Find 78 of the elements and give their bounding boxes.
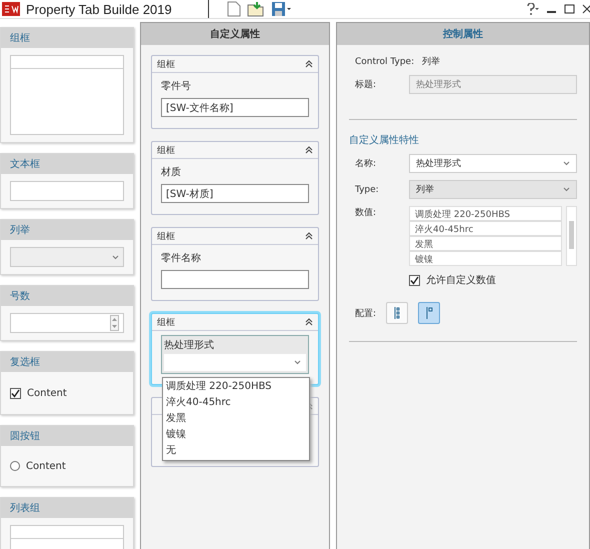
group-title: 组框 (157, 230, 175, 242)
save-icon[interactable] (270, 1, 291, 17)
layout-label: 配置: (355, 308, 376, 320)
palette-card-title: 文本框 (1, 154, 133, 174)
spinner-icon (110, 315, 119, 331)
text-field[interactable]: [SW-材质] (161, 184, 309, 203)
caret-icon (112, 254, 119, 260)
value-item[interactable]: 镀镍 (409, 251, 562, 266)
caption-field[interactable]: 热处理形式 (409, 75, 577, 94)
checkbox[interactable] (409, 274, 420, 286)
text-field[interactable]: [SW-文件名称] (161, 98, 309, 117)
value-item[interactable]: 淬火40-45hrc (409, 221, 562, 236)
radio-label: Content (26, 460, 66, 472)
layout-button[interactable] (418, 302, 440, 324)
caret-icon (563, 187, 570, 192)
text-field[interactable] (161, 270, 309, 289)
field-label: 零件名称 (161, 252, 202, 265)
group-box[interactable]: 组框 零件号 [SW-文件名称] (151, 55, 319, 129)
value-item[interactable]: 调质处理 220-250HBS (409, 206, 562, 221)
palette-card-title: 列表组 (1, 498, 133, 518)
caption-label: 标题: (355, 78, 378, 91)
close-icon[interactable] (582, 3, 590, 15)
palette-card-title: 组框 (1, 28, 133, 48)
control-type-value: 列举 (422, 56, 440, 68)
checkbox-label: Content (27, 388, 67, 398)
collapse-icon[interactable] (305, 232, 313, 240)
field-label: 材质 (161, 166, 182, 179)
combo-box[interactable]: 热处理形式 (161, 335, 309, 374)
values-label: 数值: (355, 206, 378, 219)
group-box[interactable]: 组框 材质 [SW-材质] (151, 141, 319, 215)
name-label: 名称: (355, 158, 378, 170)
stacked-layout-icon (394, 306, 400, 320)
group-title: 组框 (157, 58, 175, 70)
section-title: 自定义属性特性 (349, 134, 420, 147)
caret-icon (294, 360, 301, 365)
panel-title: 控制属性 (337, 23, 589, 45)
field-label: 零件号 (161, 80, 192, 93)
help-icon[interactable] (526, 3, 540, 15)
dropdown-option[interactable]: 淬火40-45hrc (166, 395, 306, 411)
group-box[interactable]: 组框 零件名称 (151, 227, 319, 301)
palette-card-title: 列举 (1, 220, 133, 240)
type-label: Type: (355, 184, 380, 194)
collapse-icon[interactable] (305, 60, 313, 68)
dropdown-option[interactable]: 发黑 (166, 411, 306, 427)
dropdown-option[interactable]: 调质处理 220-250HBS (166, 379, 306, 395)
checkbox[interactable] (10, 388, 21, 398)
checkbox-label: 允许自定义数值 (426, 274, 496, 287)
collapse-icon[interactable] (305, 146, 313, 154)
palette-card[interactable]: 号数 (0, 285, 134, 341)
dropdown-option[interactable]: 镀镍 (166, 427, 306, 443)
palette-card[interactable]: 复选框 Content (0, 351, 134, 415)
palette-card[interactable]: 列表组 (0, 497, 134, 549)
type-combo[interactable]: 列举 (409, 180, 577, 199)
palette-card[interactable]: 文本框 (0, 153, 134, 209)
panel-title: 自定义属性 (141, 23, 329, 45)
group-title: 组框 (157, 144, 175, 156)
palette-card[interactable]: 列举 (0, 219, 134, 275)
layout-button[interactable] (386, 302, 408, 324)
palette-card[interactable]: 组框 (0, 27, 134, 143)
palette-card[interactable]: 圆按钮 Content (0, 425, 134, 487)
app-logo-icon (2, 2, 20, 16)
scrollbar[interactable] (566, 206, 577, 266)
open-file-icon[interactable] (246, 1, 265, 17)
palette-card-title: 号数 (1, 286, 133, 306)
maximize-icon[interactable] (564, 3, 576, 15)
collapse-icon[interactable] (305, 318, 313, 326)
palette-card-title: 圆按钮 (1, 426, 133, 446)
dropdown-option[interactable]: 无 (166, 443, 306, 459)
group-title: 组框 (157, 316, 175, 328)
inline-layout-icon (426, 306, 433, 320)
window-title: Property Tab Builde 2019 (26, 2, 172, 16)
caret-icon (563, 161, 570, 166)
radio-button[interactable] (10, 461, 20, 471)
palette-card-title: 复选框 (1, 352, 133, 372)
new-file-icon[interactable] (226, 1, 241, 17)
name-combo[interactable]: 热处理形式 (409, 154, 577, 173)
control-type-label: Control Type: (355, 56, 414, 66)
value-item[interactable]: 发黑 (409, 236, 562, 251)
